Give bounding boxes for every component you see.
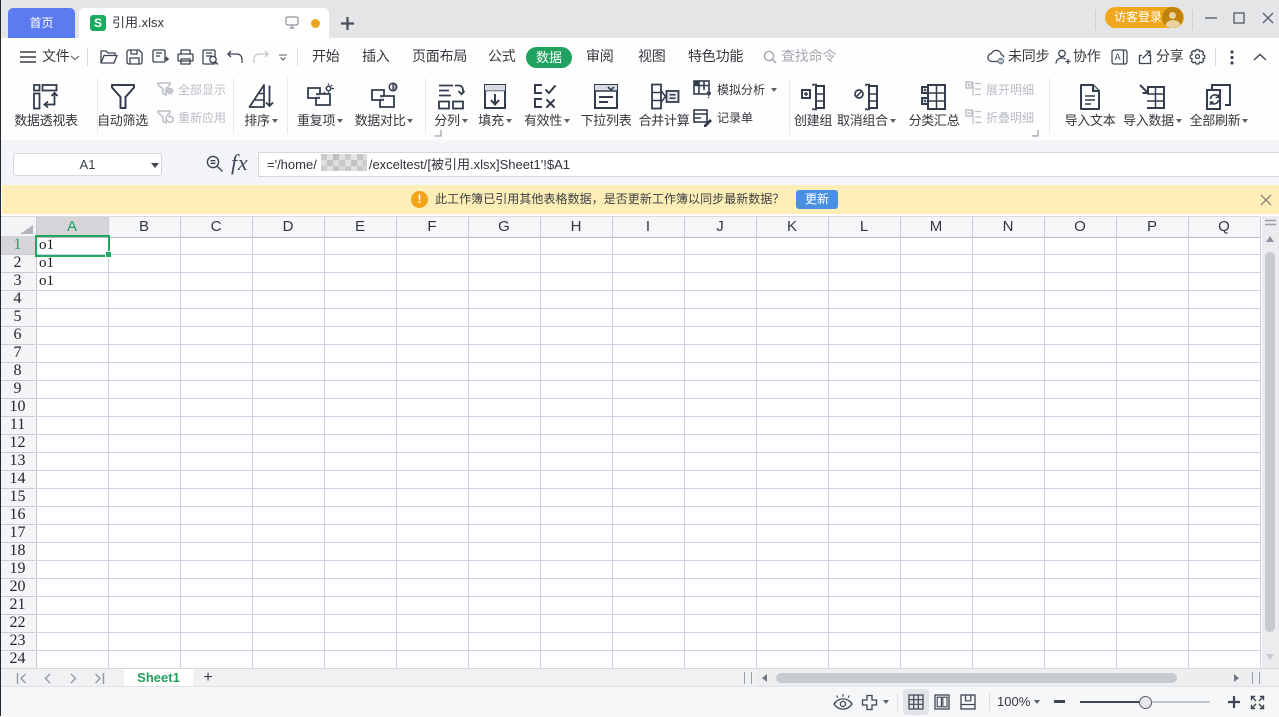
- svg-text:?: ?: [706, 90, 712, 99]
- svg-text:A: A: [1115, 52, 1121, 62]
